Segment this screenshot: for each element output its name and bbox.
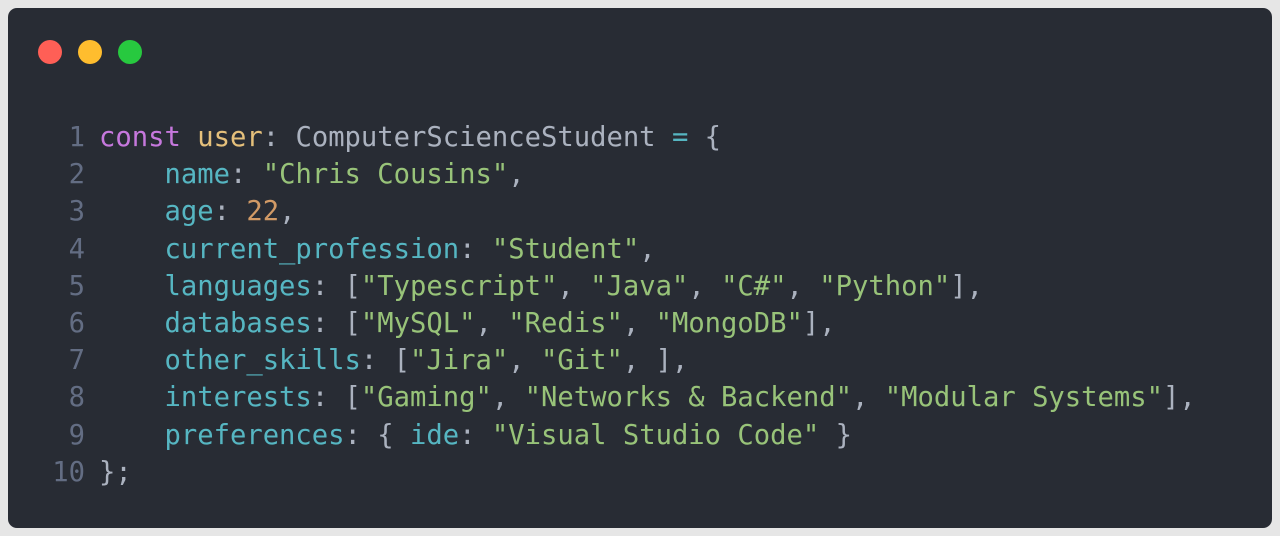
- code-line: 8 interests: ["Gaming", "Networks & Back…: [8, 379, 1196, 416]
- minimize-window-icon[interactable]: [78, 40, 102, 64]
- code-line: 3 age: 22,: [8, 193, 1196, 230]
- code-token-punc: [99, 345, 164, 376]
- line-number: 8: [68, 382, 85, 414]
- code-token-punc: :: [262, 122, 296, 153]
- code-token-prop: preferences: [164, 419, 345, 451]
- code-token-punc: [99, 420, 164, 451]
- code-token-string: "MongoDB": [655, 307, 803, 339]
- line-number: 3: [68, 196, 85, 228]
- code-token-punc: ,: [639, 233, 656, 265]
- code-token-string: "Modular Systems": [884, 382, 1164, 414]
- code-line: 7 other_skills: ["Jira", "Git", ],: [8, 342, 1196, 379]
- code-token-punc: [656, 122, 672, 153]
- code-line: 10};: [8, 454, 1196, 491]
- code-token-punc: [99, 382, 164, 413]
- code-token-punc: ],: [802, 307, 836, 339]
- code-token-punc: :: [213, 196, 247, 228]
- code-line: 5 languages: ["Typescript", "Java", "C#"…: [8, 268, 1196, 305]
- close-window-icon[interactable]: [38, 40, 62, 64]
- code-token-punc: ,: [786, 270, 820, 302]
- code-token-punc: }: [819, 419, 853, 451]
- code-token-punc: ],: [950, 270, 983, 302]
- code-token-punc: : {: [344, 419, 411, 451]
- code-token-punc: ,: [508, 345, 541, 377]
- code-line: 2 name: "Chris Cousins",: [8, 156, 1196, 193]
- code-token-op: =: [671, 122, 689, 153]
- code-line: 9 preferences: { ide: "Visual Studio Cod…: [8, 417, 1196, 454]
- code-token-string: "Gaming": [360, 382, 492, 414]
- code-token-string: "Python": [819, 270, 951, 302]
- maximize-window-icon[interactable]: [118, 40, 142, 64]
- code-token-keyword: const: [99, 122, 181, 153]
- line-number: 4: [68, 233, 85, 265]
- code-token-punc: ,: [852, 382, 885, 414]
- code-token-number: 22: [246, 196, 280, 228]
- code-token-punc: ,: [491, 382, 525, 414]
- code-token-punc: [99, 234, 164, 265]
- code-block: 1 const user: ComputerScienceStudent = {2…: [8, 119, 1196, 491]
- code-token-punc: : [: [360, 345, 411, 377]
- code-token-prop: current_profession: [164, 233, 460, 265]
- line-number: 7: [68, 345, 85, 377]
- code-token-punc: ,: [508, 159, 525, 191]
- line-number: 6: [68, 307, 85, 339]
- code-token-punc: , ],: [622, 345, 689, 377]
- code-token-punc: ,: [688, 270, 722, 302]
- code-token-punc: ,: [475, 307, 509, 339]
- code-window: 1 const user: ComputerScienceStudent = {2…: [8, 8, 1272, 528]
- code-token-punc: [99, 159, 164, 190]
- code-token-string: "Jira": [410, 345, 509, 377]
- code-token-string: "Typescript": [360, 270, 558, 302]
- code-line: 1 const user: ComputerScienceStudent = {: [8, 119, 1196, 156]
- code-token-punc: [99, 308, 164, 339]
- code-token-string: "Student": [491, 233, 640, 265]
- code-token-string: "Java": [590, 270, 689, 302]
- code-token-prop: languages: [164, 270, 312, 302]
- code-token-string: "Networks & Backend": [524, 382, 852, 414]
- code-line: 6 databases: ["MySQL", "Redis", "MongoDB…: [8, 305, 1196, 342]
- code-token-punc: :: [229, 159, 263, 191]
- line-number: 2: [68, 159, 85, 191]
- code-token-string: "Visual Studio Code": [491, 419, 820, 451]
- code-token-punc: ,: [557, 270, 591, 302]
- code-token-punc: {: [688, 122, 722, 153]
- code-token-string: "Chris Cousins": [262, 159, 509, 191]
- line-number: 10: [52, 456, 85, 488]
- code-token-punc: ,: [622, 307, 656, 339]
- line-number: 9: [68, 419, 85, 451]
- code-token-punc: };: [99, 456, 132, 488]
- code-token-string: "MySQL": [360, 307, 476, 339]
- code-token-punc: : [: [311, 307, 361, 339]
- code-token-string: "Git": [540, 345, 623, 377]
- line-number: 1: [68, 122, 85, 153]
- code-token-punc: [99, 271, 164, 302]
- code-token-string: "C#": [721, 270, 787, 302]
- code-token-prop: age: [164, 196, 214, 228]
- code-token-prop: other_skills: [164, 345, 361, 377]
- code-token-punc: :: [459, 233, 492, 265]
- code-token-string: "Redis": [508, 307, 623, 339]
- code-token-var: user: [197, 122, 263, 153]
- code-token-type: ComputerScienceStudent: [295, 122, 656, 153]
- code-token-punc: ],: [1163, 382, 1196, 414]
- code-token-punc: :: [459, 419, 492, 451]
- code-line: 4 current_profession: "Student",: [8, 231, 1196, 268]
- code-token-punc: : [: [311, 382, 361, 414]
- code-token-prop: databases: [164, 307, 312, 339]
- code-token-punc: [181, 122, 197, 153]
- code-token-punc: [99, 196, 164, 227]
- code-token-punc: ,: [279, 196, 296, 228]
- code-token-prop: ide: [410, 419, 460, 451]
- line-number: 5: [68, 270, 85, 302]
- code-token-prop: name: [164, 159, 230, 191]
- code-token-prop: interests: [164, 382, 312, 414]
- code-token-punc: : [: [311, 270, 361, 302]
